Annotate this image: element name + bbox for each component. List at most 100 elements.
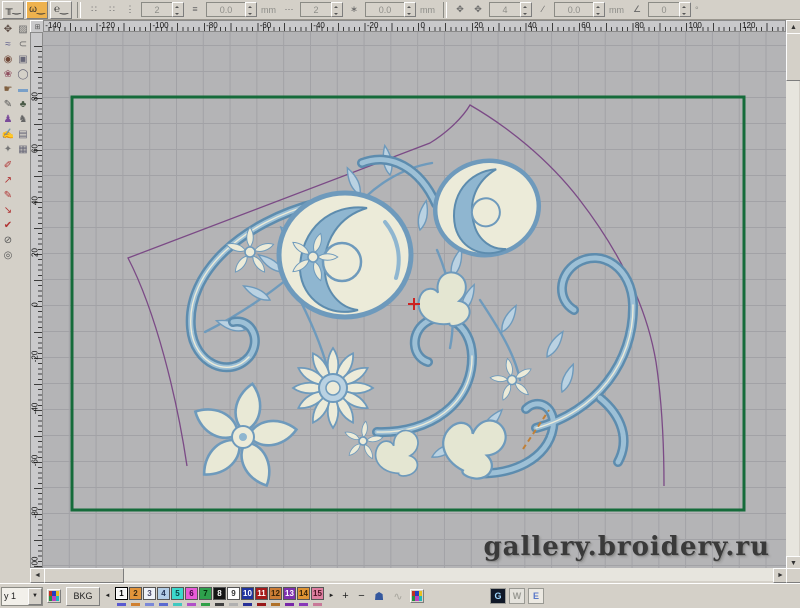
swatch-number: 11	[255, 586, 268, 600]
spinner-icon[interactable]	[172, 2, 184, 17]
spinner-icon[interactable]	[520, 2, 532, 17]
tree-motif-icon[interactable]: ♣	[16, 98, 30, 112]
paint-bucket-icon[interactable]: ☗	[371, 589, 387, 604]
spinner-icon[interactable]	[331, 2, 343, 17]
palette-prev-icon[interactable]: ◄	[103, 588, 112, 604]
stitch-pencil-icon[interactable]: ✐	[1, 159, 15, 173]
background-color-button[interactable]: BKG	[66, 586, 100, 606]
ruler-label: 100	[688, 21, 702, 30]
spinner-icon[interactable]	[245, 2, 257, 17]
swatch-mark	[187, 602, 196, 606]
thread-swatch-3[interactable]: 3	[143, 586, 156, 606]
ellipse-shape-icon[interactable]: ◯	[16, 68, 30, 82]
thread-swatch-2[interactable]: 2	[129, 586, 142, 606]
spacing-field[interactable]: 0.0	[365, 2, 416, 17]
stitch-length-field[interactable]: 0.0	[206, 2, 257, 17]
thread-swatch-9[interactable]: 9	[227, 586, 240, 606]
running-stitch-button[interactable]: ╥‿	[2, 0, 24, 19]
thread-swatch-15[interactable]: 15	[311, 586, 324, 606]
people-motif-icon[interactable]: ♞	[16, 113, 30, 127]
eye-tool-icon[interactable]: ◉	[1, 53, 15, 67]
ellipsis-icon: ···	[281, 1, 297, 18]
scroll-up-icon[interactable]: ▲	[786, 20, 800, 34]
stitch-arrow-icon[interactable]: ↗	[1, 174, 15, 188]
landscape-image-icon[interactable]: ▤	[16, 128, 30, 142]
ruler-label: 60	[581, 21, 591, 30]
stitch-count-field[interactable]: 2	[141, 2, 184, 17]
swatch-number: 13	[283, 586, 296, 600]
passes-field[interactable]: 4	[489, 2, 532, 17]
move-all-icon[interactable]: ✥	[470, 1, 486, 18]
layer-select[interactable]: y 1 ▼	[1, 586, 43, 606]
slash-icon: ∕	[535, 1, 551, 18]
spinner-icon[interactable]	[404, 2, 416, 17]
tools-icon[interactable]: ✦	[1, 143, 15, 157]
vertical-scrollbar[interactable]: ▲ ▼	[786, 20, 800, 570]
thread-swatch-5[interactable]: 5	[171, 586, 184, 606]
thread-swatch-6[interactable]: 6	[185, 586, 198, 606]
move-icon[interactable]: ✥	[452, 1, 468, 18]
swatch-number: 3	[143, 586, 156, 600]
spinner-icon[interactable]	[679, 2, 691, 17]
satin-stitch-button[interactable]: ℮‿	[50, 0, 72, 19]
stitch-edit-icon[interactable]: ✎	[1, 189, 15, 203]
thread-swatch-12[interactable]: 12	[269, 586, 282, 606]
hand-tool-icon[interactable]: ☛	[1, 83, 15, 97]
add-color-button[interactable]: +	[339, 589, 352, 603]
portrait-image-icon[interactable]: ▣	[16, 53, 30, 67]
ruler-label: -100	[30, 556, 40, 568]
horizontal-scrollbar[interactable]: ◄ ►	[30, 568, 788, 583]
vscroll-thumb[interactable]	[786, 33, 800, 81]
thread-swatch-7[interactable]: 7	[199, 586, 212, 606]
column-dots-icon[interactable]: ⋮	[122, 1, 138, 18]
zigzag-stitch-button[interactable]: ω‿	[26, 0, 48, 19]
rect-shape-icon[interactable]: ▬	[16, 83, 30, 97]
daisy-flower	[292, 347, 374, 429]
offset-field[interactable]: 0.0	[554, 2, 605, 17]
texture-fill-icon[interactable]: ▦	[16, 143, 30, 157]
target-icon[interactable]: ◎	[1, 249, 15, 263]
bottom-toolbar: y 1 ▼ BKG ◄ 1 2 3 4 5 6 7 8 9 10 11 12 13 14 15 ► + − …	[0, 583, 800, 608]
reshape-tool-icon[interactable]: ✥	[1, 23, 15, 37]
remove-color-button[interactable]: −	[355, 589, 368, 603]
draw-hand-icon[interactable]: ✍	[1, 128, 15, 142]
pencil-tool-icon[interactable]: ✎	[1, 98, 15, 112]
app-icon-g[interactable]: G	[490, 588, 506, 604]
repeat-count-field[interactable]: 2	[300, 2, 343, 17]
curve-tool-icon[interactable]: ≈	[1, 38, 15, 52]
app-icon-w[interactable]: W	[509, 588, 525, 604]
design-canvas[interactable]: gallery.broidery.ru	[43, 32, 786, 568]
thread-swatch-11[interactable]: 11	[255, 586, 268, 606]
pattern-dots2-icon[interactable]: ∷	[104, 1, 120, 18]
hscroll-thumb[interactable]	[44, 568, 124, 583]
thread-swatch-8[interactable]: 8	[213, 586, 226, 606]
flower-motif-icon[interactable]: ❀	[1, 68, 15, 82]
thread-swatch-1[interactable]: 1	[115, 586, 128, 606]
stitch-check-icon[interactable]: ✔	[1, 219, 15, 233]
thread-swatch-4[interactable]: 4	[157, 586, 170, 606]
swatch-number: 2	[129, 586, 142, 600]
ruler-label: 20	[474, 21, 483, 30]
color-chart-icon[interactable]	[410, 589, 424, 603]
chevron-down-icon[interactable]: ▼	[28, 587, 42, 605]
thread-swatch-14[interactable]: 14	[297, 586, 310, 606]
scroll-corner	[786, 568, 800, 583]
disable-icon[interactable]: ⊘	[1, 234, 15, 248]
swatch-number: 10	[241, 586, 254, 600]
hatch-fill-icon[interactable]: ▨	[16, 23, 30, 37]
ruler-label: 120	[742, 21, 756, 30]
angle-field[interactable]: 0	[648, 2, 691, 17]
figure-motif-icon[interactable]: ♟	[1, 113, 15, 127]
spinner-icon[interactable]	[593, 2, 605, 17]
app-icon-e[interactable]: E	[528, 588, 544, 604]
pattern-dots-icon[interactable]: ∷	[86, 1, 102, 18]
scroll-left-icon[interactable]: ◄	[30, 568, 45, 583]
thread-swatch-13[interactable]: 13	[283, 586, 296, 606]
thread-swatch-10[interactable]: 10	[241, 586, 254, 606]
swatch-number: 5	[171, 586, 184, 600]
palette-editor-icon[interactable]	[47, 589, 61, 603]
palette-next-icon[interactable]: ►	[327, 588, 336, 604]
stitch-insert-icon[interactable]: ↘	[1, 204, 15, 218]
arc-tool-icon[interactable]: ⊂	[16, 38, 30, 52]
peony-flower	[276, 190, 414, 320]
